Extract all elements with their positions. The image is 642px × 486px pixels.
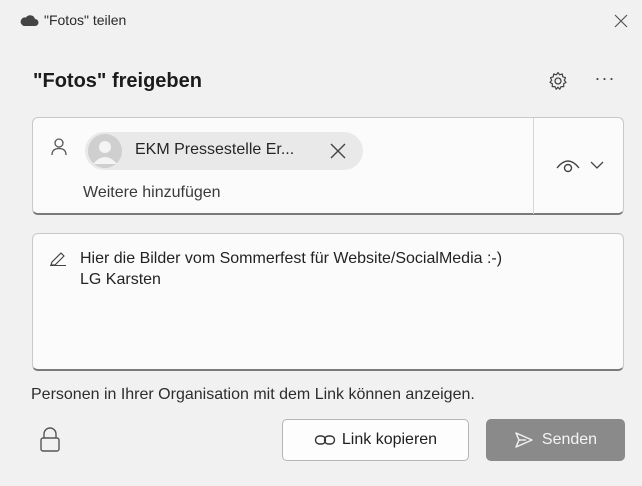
recipients-field[interactable]: EKM Pressestelle Er... Weitere hinzufüge… <box>32 117 624 215</box>
recipient-chip[interactable]: EKM Pressestelle Er... <box>85 132 363 170</box>
send-button[interactable]: Senden <box>486 419 625 461</box>
avatar-placeholder-icon <box>88 134 122 168</box>
permission-dropdown[interactable] <box>545 148 613 182</box>
message-text[interactable]: Hier die Bilder vom Sommerfest für Websi… <box>80 248 502 290</box>
send-icon <box>515 432 533 448</box>
title-bar: "Fotos" teilen <box>0 0 642 44</box>
link-icon <box>314 435 336 445</box>
link-settings-button[interactable] <box>38 427 62 453</box>
lock-icon <box>40 427 60 452</box>
pencil-icon <box>50 252 66 266</box>
close-button[interactable] <box>608 8 634 34</box>
link-permission-info[interactable]: Personen in Ihrer Organisation mit dem L… <box>31 386 475 404</box>
onedrive-cloud-icon <box>20 15 39 26</box>
add-recipients-input[interactable]: Weitere hinzufügen <box>83 184 221 202</box>
eye-icon <box>556 160 580 173</box>
divider <box>533 118 534 214</box>
copy-link-button[interactable]: Link kopieren <box>282 419 469 461</box>
window-title: "Fotos" teilen <box>44 12 127 28</box>
close-icon <box>330 143 346 159</box>
person-icon <box>51 138 67 156</box>
chevron-down-icon <box>590 161 604 169</box>
message-field[interactable]: Hier die Bilder vom Sommerfest für Websi… <box>32 233 624 371</box>
dialog-heading: "Fotos" freigeben <box>33 70 202 92</box>
remove-recipient-button[interactable] <box>325 138 351 164</box>
copy-link-label: Link kopieren <box>341 431 438 448</box>
recipient-name: EKM Pressestelle Er... <box>135 141 295 158</box>
send-label: Senden <box>541 431 598 448</box>
settings-button[interactable] <box>547 70 569 92</box>
more-options-button[interactable]: ··· <box>592 68 618 94</box>
close-icon <box>614 14 628 28</box>
gear-icon <box>549 71 567 90</box>
